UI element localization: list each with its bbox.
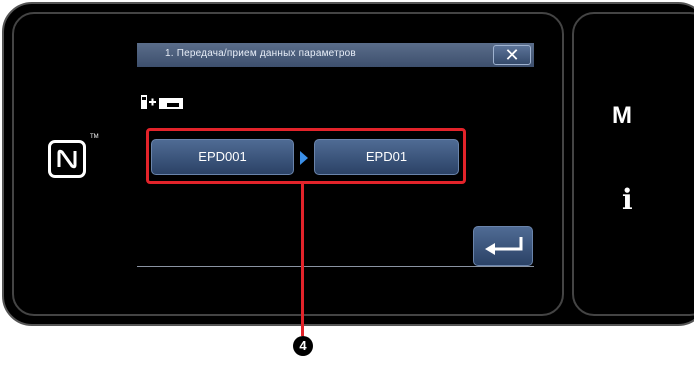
- enter-button[interactable]: [473, 226, 533, 266]
- callout-leader-line: [301, 184, 304, 336]
- trademark-mark: TM: [90, 134, 99, 140]
- close-button[interactable]: ✕: [493, 45, 531, 65]
- info-button[interactable]: i: [622, 183, 633, 216]
- mode-button[interactable]: M: [612, 102, 632, 130]
- close-icon: ✕: [504, 45, 520, 65]
- nfc-icon: [48, 140, 86, 178]
- screen-divider: [137, 266, 534, 267]
- dialog-titlebar: 1. Передача/прием данных параметров ✕: [137, 43, 534, 67]
- callout-number: 4: [293, 336, 313, 356]
- callout-highlight: [146, 128, 466, 184]
- transfer-to-machine-icon: [141, 95, 183, 109]
- dialog-title: 1. Передача/прием данных параметров: [165, 48, 356, 59]
- side-panel: [572, 12, 694, 316]
- enter-icon: [485, 237, 523, 255]
